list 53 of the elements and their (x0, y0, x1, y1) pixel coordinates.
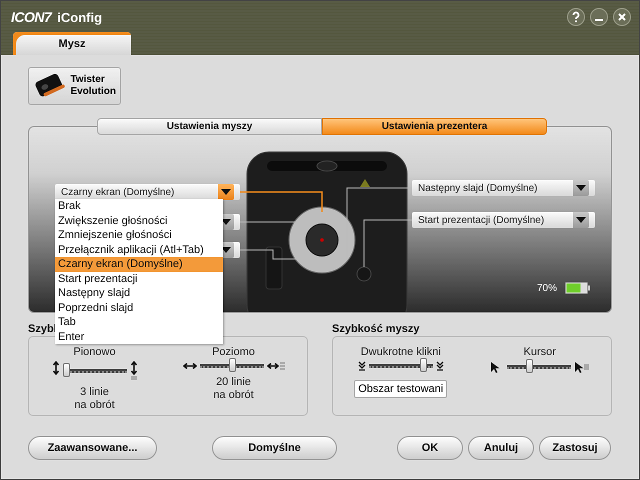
slider-label: Kursor (524, 346, 556, 358)
device-button[interactable]: Twister Evolution (28, 67, 121, 105)
slider-thumb[interactable] (228, 358, 236, 372)
help-icon[interactable] (567, 8, 585, 26)
button[interactable]: Domyślne (212, 436, 337, 460)
app-logo: ICON7 (11, 9, 52, 25)
caret-icon (220, 188, 232, 196)
minimize-icon[interactable] (590, 8, 608, 26)
list-item[interactable]: Przełącznik aplikacji (Atl+Tab) (55, 242, 223, 257)
cursor-icon (574, 361, 590, 373)
list-item[interactable]: Poprzedni slajd (55, 300, 223, 315)
slider-thumb[interactable] (420, 358, 428, 372)
slider-label: Dwukrotne klikni (360, 346, 441, 358)
slider-label: Poziomo (212, 346, 255, 358)
window-title: iConfig (57, 10, 104, 24)
tab[interactable]: Ustawienia prezentera (322, 118, 547, 135)
tab[interactable]: Mysz (13, 32, 131, 55)
battery-reading: 70% (537, 282, 558, 294)
arrow-icon (358, 361, 366, 371)
leader-line (240, 250, 298, 260)
arrow-icon (266, 361, 284, 371)
slider-thumb[interactable] (62, 363, 70, 377)
arrow-icon (130, 361, 138, 381)
list-item[interactable]: Tab (55, 315, 223, 330)
close-icon[interactable] (613, 8, 631, 26)
dropdown[interactable]: Następny slajd (Domyślne) (412, 180, 595, 196)
dropdown[interactable]: Czarny ekran (Domyślne) (55, 184, 240, 200)
arrow-icon (182, 361, 196, 371)
list-item[interactable]: Enter (55, 330, 223, 344)
list-item[interactable]: Zwiększenie głośności (55, 214, 223, 228)
list-item[interactable]: Następny slajd (55, 286, 223, 300)
slider-reading: 3 linie na obrót (74, 386, 115, 412)
battery-icon (565, 282, 592, 294)
button[interactable]: Zaawansowane... (28, 436, 157, 460)
button[interactable]: OK (397, 436, 463, 460)
list-item[interactable]: Zmniejszenie głośności (55, 228, 223, 242)
dropdown[interactable]: Start prezentacji (Domyślne) (412, 212, 595, 228)
slider-reading: 20 linie na obrót (213, 376, 254, 402)
slider-label: Pionowo (73, 346, 116, 358)
slider-thumb[interactable] (526, 359, 534, 373)
arrow-icon (436, 361, 444, 371)
button[interactable]: Anuluj (468, 436, 534, 460)
test-area-button[interactable]: Obszar testowani (354, 380, 448, 398)
list-item[interactable]: Start prezentacji (55, 272, 223, 286)
list-item[interactable]: Brak (55, 199, 223, 214)
tab[interactable]: Ustawienia myszy (97, 118, 322, 135)
caret-icon (220, 246, 232, 254)
caret-icon (575, 216, 587, 224)
section-title: Szybkość myszy (332, 323, 420, 335)
list-item[interactable]: Czarny ekran (Domyślne) (55, 257, 223, 272)
caret-icon (220, 218, 232, 226)
button[interactable]: Zastosuj (539, 436, 611, 460)
caret-icon (575, 184, 587, 192)
